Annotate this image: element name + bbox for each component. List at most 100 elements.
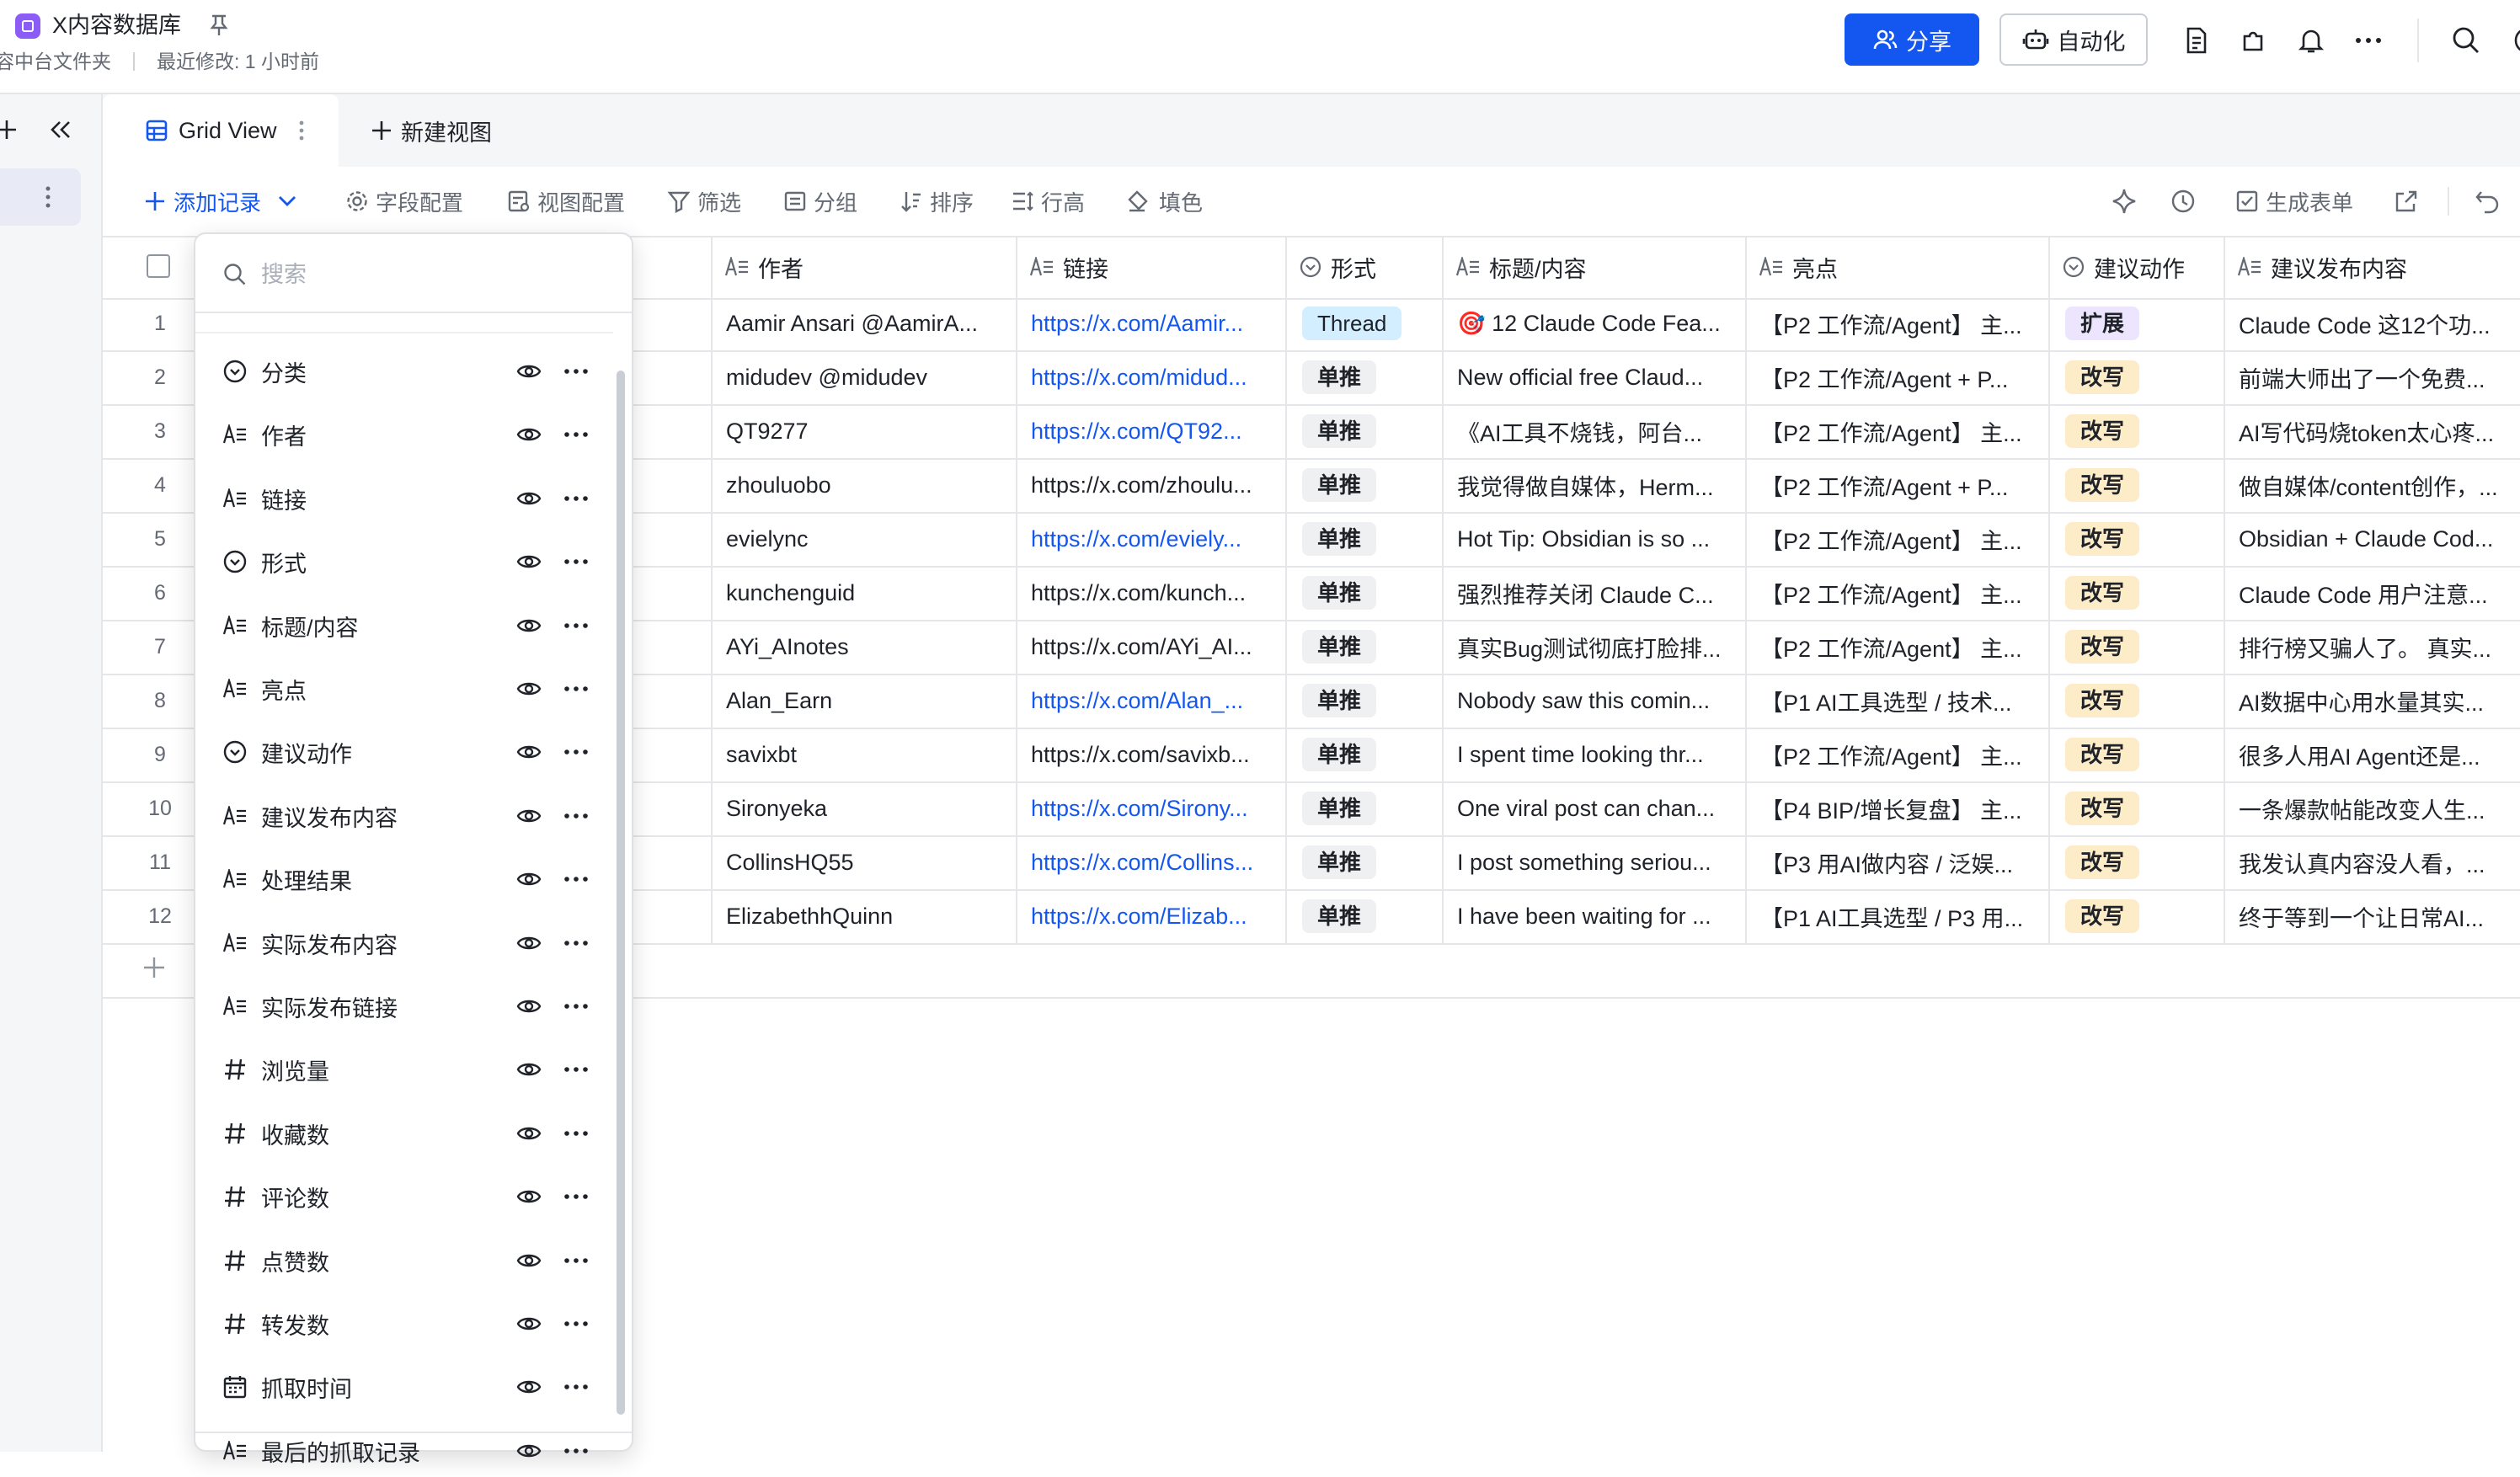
generate-form-button[interactable]: 生成表单 [2235, 177, 2353, 226]
pin-icon[interactable] [209, 13, 229, 37]
cell-highlight[interactable]: 【P2 工作流/Agent + P... [1745, 350, 2048, 404]
cell-content[interactable]: 前端大师出了一个免费... [2224, 350, 2520, 404]
eye-icon[interactable] [514, 864, 544, 894]
bell-icon[interactable] [2293, 22, 2330, 59]
cell-action[interactable]: 改写 [2048, 620, 2224, 674]
help-icon[interactable] [2503, 22, 2520, 59]
cell-author[interactable]: CollinsHQ55 [711, 835, 1016, 889]
cell-content[interactable]: Claude Code 这12个功... [2224, 296, 2520, 350]
field-list-item[interactable]: 链接 [221, 472, 591, 525]
more-options-icon[interactable] [561, 674, 591, 704]
cell-format[interactable]: 单推 [1285, 835, 1442, 889]
field-list-item[interactable]: 亮点 [221, 663, 591, 715]
cell-content[interactable]: 我发认真内容没人看，... [2224, 835, 2520, 889]
eye-icon[interactable] [514, 991, 544, 1021]
eye-icon[interactable] [514, 419, 544, 450]
cell-title[interactable]: I post something seriou... [1442, 835, 1745, 889]
cell-link[interactable]: https://x.com/Collins... [1016, 835, 1285, 889]
cell-format[interactable]: 单推 [1285, 781, 1442, 835]
cell-author[interactable]: savixbt [711, 728, 1016, 781]
fill-color-button[interactable]: 填色 [1127, 177, 1203, 226]
popover-search-box[interactable] [211, 249, 615, 300]
cell-highlight[interactable]: 【P2 工作流/Agent】 主... [1745, 404, 2048, 458]
eye-icon[interactable] [514, 737, 544, 767]
eye-icon[interactable] [514, 611, 544, 641]
field-list-item[interactable]: 建议动作 [221, 726, 591, 778]
column-header-link[interactable]: 链接 [1016, 237, 1285, 296]
cell-content[interactable]: 很多人用AI Agent还是... [2224, 728, 2520, 781]
add-record-button[interactable]: 添加记录 [143, 177, 296, 226]
column-header-author[interactable]: 作者 [711, 237, 1016, 296]
tab-more-icon[interactable] [299, 120, 304, 141]
cell-title[interactable]: Hot Tip: Obsidian is so ... [1442, 512, 1745, 566]
cell-link[interactable]: https://x.com/Elizab... [1016, 889, 1285, 943]
cell-action[interactable]: 改写 [2048, 512, 2224, 566]
more-options-icon[interactable] [561, 737, 591, 767]
eye-icon[interactable] [514, 1245, 544, 1276]
field-list-item[interactable]: 作者 [221, 408, 591, 461]
more-options-icon[interactable] [561, 864, 591, 894]
cell-highlight[interactable]: 【P3 用AI做内容 / 泛娱... [1745, 835, 2048, 889]
ai-sparkle-icon[interactable] [2111, 177, 2138, 226]
field-list-item[interactable]: 收藏数 [221, 1107, 591, 1160]
cell-link[interactable]: https://x.com/QT92... [1016, 404, 1285, 458]
eye-icon[interactable] [514, 928, 544, 958]
cell-format[interactable]: 单推 [1285, 458, 1442, 512]
cell-author[interactable]: kunchenguid [711, 566, 1016, 620]
cell-format[interactable]: 单推 [1285, 620, 1442, 674]
cell-title[interactable]: I have been waiting for ... [1442, 889, 1745, 943]
more-options-icon[interactable] [561, 928, 591, 958]
cell-highlight[interactable]: 【P2 工作流/Agent】 主... [1745, 620, 2048, 674]
more-options-icon[interactable] [561, 356, 591, 387]
cell-action[interactable]: 改写 [2048, 350, 2224, 404]
more-options-icon[interactable] [561, 1372, 591, 1402]
cell-link[interactable]: https://x.com/kunch... [1016, 566, 1285, 620]
field-list-item[interactable]: 浏览量 [221, 1043, 591, 1096]
cell-title[interactable]: Nobody saw this comin... [1442, 674, 1745, 728]
cell-content[interactable]: Claude Code 用户注意... [2224, 566, 2520, 620]
popover-scrollbar[interactable] [617, 371, 625, 1415]
cell-author[interactable]: AYi_AInotes [711, 620, 1016, 674]
cell-highlight[interactable]: 【P1 AI工具选型 / P3 用... [1745, 889, 2048, 943]
group-button[interactable]: 分组 [783, 177, 857, 226]
share-button[interactable]: 分享 [1845, 13, 1979, 66]
more-options-icon[interactable] [561, 1309, 591, 1339]
filter-button[interactable]: 筛选 [667, 177, 741, 226]
cell-action[interactable]: 改写 [2048, 458, 2224, 512]
column-header-suggested-content[interactable]: 建议发布内容 [2224, 237, 2520, 296]
more-options-icon[interactable] [561, 1245, 591, 1276]
cell-author[interactable]: zhouluobo [711, 458, 1016, 512]
add-table-icon[interactable] [0, 118, 19, 141]
new-view-button[interactable]: 新建视图 [371, 94, 492, 167]
cell-content[interactable]: AI写代码烧token太心疼... [2224, 404, 2520, 458]
cell-title[interactable]: One viral post can chan... [1442, 781, 1745, 835]
cell-format[interactable]: 单推 [1285, 350, 1442, 404]
cell-highlight[interactable]: 【P2 工作流/Agent + P... [1745, 458, 2048, 512]
cell-format[interactable]: 单推 [1285, 512, 1442, 566]
cell-content[interactable]: 终于等到一个让日常AI... [2224, 889, 2520, 943]
eye-icon[interactable] [514, 1372, 544, 1402]
more-options-icon[interactable] [561, 801, 591, 831]
cell-author[interactable]: Aamir Ansari @AamirA... [711, 296, 1016, 350]
sort-button[interactable]: 排序 [900, 177, 974, 226]
cell-link[interactable]: https://x.com/zhoulu... [1016, 458, 1285, 512]
collapse-sidebar-icon[interactable] [49, 120, 72, 140]
cell-author[interactable]: evielync [711, 512, 1016, 566]
cell-title[interactable]: 🎯 12 Claude Code Fea... [1442, 296, 1745, 350]
eye-icon[interactable] [514, 483, 544, 514]
more-options-icon[interactable] [561, 483, 591, 514]
cell-format[interactable]: 单推 [1285, 728, 1442, 781]
field-list-item[interactable]: 点赞数 [221, 1234, 591, 1287]
cell-title[interactable]: 我觉得做自媒体，Herm... [1442, 458, 1745, 512]
eye-icon[interactable] [514, 801, 544, 831]
field-list-item[interactable]: 建议发布内容 [221, 790, 591, 842]
cell-link[interactable]: https://x.com/Alan_... [1016, 674, 1285, 728]
cell-highlight[interactable]: 【P2 工作流/Agent】 主... [1745, 566, 2048, 620]
cell-highlight[interactable]: 【P2 工作流/Agent】 主... [1745, 296, 2048, 350]
page-title[interactable]: X内容数据库 [52, 8, 181, 42]
more-options-icon[interactable] [561, 991, 591, 1021]
cell-format[interactable]: 单推 [1285, 889, 1442, 943]
cell-highlight[interactable]: 【P1 AI工具选型 / 技术... [1745, 674, 2048, 728]
field-search-input[interactable] [259, 260, 583, 289]
automation-button[interactable]: 自动化 [1999, 13, 2148, 66]
